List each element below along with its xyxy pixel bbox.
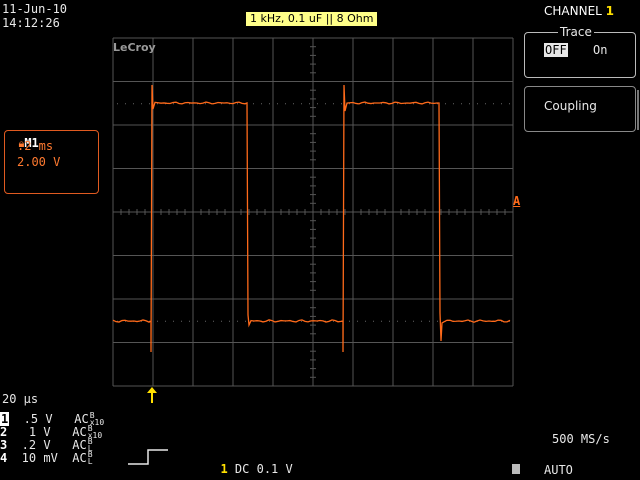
grid-dot bbox=[373, 320, 374, 322]
grid-dot bbox=[469, 103, 470, 105]
grid-dot bbox=[237, 320, 238, 322]
channel-unit: V bbox=[36, 438, 66, 452]
grid-dot bbox=[181, 320, 182, 322]
channel-unit: V bbox=[36, 425, 66, 439]
trigger-position-arrow-icon[interactable] bbox=[146, 386, 158, 404]
grid-dot bbox=[189, 320, 190, 322]
channel-coupling: AC bbox=[65, 438, 87, 452]
grid-dot bbox=[205, 320, 206, 322]
grid-dot bbox=[117, 103, 118, 105]
channel-coupling: AC bbox=[65, 425, 87, 439]
grid-dot bbox=[365, 103, 366, 105]
grid-dot bbox=[229, 320, 230, 322]
channel-volts: .5 bbox=[9, 412, 39, 426]
grid-dot bbox=[157, 320, 158, 322]
trigger-edge-icon bbox=[128, 449, 168, 465]
channel-volts: .2 bbox=[7, 438, 37, 452]
channel-bandwidth-flags: BL bbox=[87, 451, 93, 466]
grid-dot bbox=[389, 320, 390, 322]
grid-dot bbox=[485, 103, 486, 105]
grid-dot bbox=[293, 103, 294, 105]
grid-dot bbox=[125, 103, 126, 105]
trigger-settings[interactable]: 1 DC 0.1 V bbox=[206, 448, 293, 476]
grid-dot bbox=[421, 320, 422, 322]
grid-dot bbox=[221, 320, 222, 322]
grid-dot bbox=[269, 103, 270, 105]
grid-dot bbox=[269, 320, 270, 322]
grid-dot bbox=[461, 103, 462, 105]
grid-dot bbox=[133, 103, 134, 105]
grid-dot bbox=[277, 103, 278, 105]
grid-dot bbox=[165, 320, 166, 322]
grid-dot bbox=[453, 103, 454, 105]
graticule-grid bbox=[112, 37, 514, 387]
grid-dot bbox=[477, 103, 478, 105]
trigger-level: 0.1 V bbox=[256, 462, 293, 476]
channel-unit: V bbox=[38, 412, 68, 426]
grid-dot bbox=[493, 103, 494, 105]
grid-dot bbox=[405, 320, 406, 322]
grid-dot bbox=[245, 320, 246, 322]
channel-coupling: AC bbox=[67, 412, 89, 426]
grid-dot bbox=[445, 103, 446, 105]
grid-dot bbox=[237, 103, 238, 105]
grid-dot bbox=[205, 103, 206, 105]
grid-dot bbox=[365, 320, 366, 322]
channel-row-4[interactable]: 4 10 mV AC B L bbox=[0, 451, 120, 466]
trigger-level-marker[interactable]: A bbox=[513, 194, 520, 208]
grid-dot bbox=[301, 320, 302, 322]
channel-volts: 10 bbox=[7, 451, 37, 465]
grid-dot bbox=[413, 103, 414, 105]
grid-dot bbox=[397, 320, 398, 322]
grid-dot bbox=[501, 103, 502, 105]
grid-dot bbox=[333, 103, 334, 105]
grid-dot bbox=[509, 103, 510, 105]
grid-dot bbox=[173, 320, 174, 322]
grid-dot bbox=[349, 320, 350, 322]
channel-volts: 1 bbox=[7, 425, 37, 439]
grid-dot bbox=[141, 103, 142, 105]
trigger-status-indicator bbox=[512, 464, 520, 474]
trigger-source: 1 bbox=[220, 462, 228, 476]
grid-dot bbox=[253, 103, 254, 105]
waveform-display[interactable]: LeCroy bbox=[0, 0, 640, 480]
grid-dot bbox=[157, 103, 158, 105]
grid-dot bbox=[149, 103, 150, 105]
channel-row-3[interactable]: 3 .2 V AC B L bbox=[0, 438, 120, 453]
channel-probe-flag: L bbox=[87, 457, 93, 466]
channel-row-1[interactable]: 1 .5 V AC Bx10 bbox=[0, 412, 120, 427]
grid-dot bbox=[397, 103, 398, 105]
grid-dot bbox=[301, 103, 302, 105]
lecroy-logo: LeCroy bbox=[113, 41, 156, 54]
channel-unit: mV bbox=[36, 451, 66, 465]
grid-dot bbox=[429, 320, 430, 322]
channel-coupling: AC bbox=[65, 451, 87, 465]
trigger-mode-label: AUTO bbox=[544, 463, 573, 477]
timebase-label: 20 μs bbox=[2, 392, 39, 406]
channel-number: 1 bbox=[0, 412, 10, 426]
grid-dot bbox=[325, 103, 326, 105]
grid-dot bbox=[213, 320, 214, 322]
trigger-coupling: DC bbox=[234, 462, 250, 476]
grid-dot bbox=[285, 103, 286, 105]
grid-dot bbox=[341, 103, 342, 105]
grid-dot bbox=[413, 320, 414, 322]
grid-dot bbox=[197, 320, 198, 322]
sample-rate-label: 500 MS/s bbox=[552, 432, 610, 446]
grid-dot bbox=[317, 103, 318, 105]
channel-row-2[interactable]: 2 1 V AC Bx10 bbox=[0, 425, 120, 440]
grid-dot bbox=[437, 320, 438, 322]
grid-dot bbox=[173, 103, 174, 105]
grid-dot bbox=[381, 320, 382, 322]
grid-dot bbox=[261, 103, 262, 105]
grid-dot bbox=[357, 320, 358, 322]
grid-dot bbox=[309, 103, 310, 105]
